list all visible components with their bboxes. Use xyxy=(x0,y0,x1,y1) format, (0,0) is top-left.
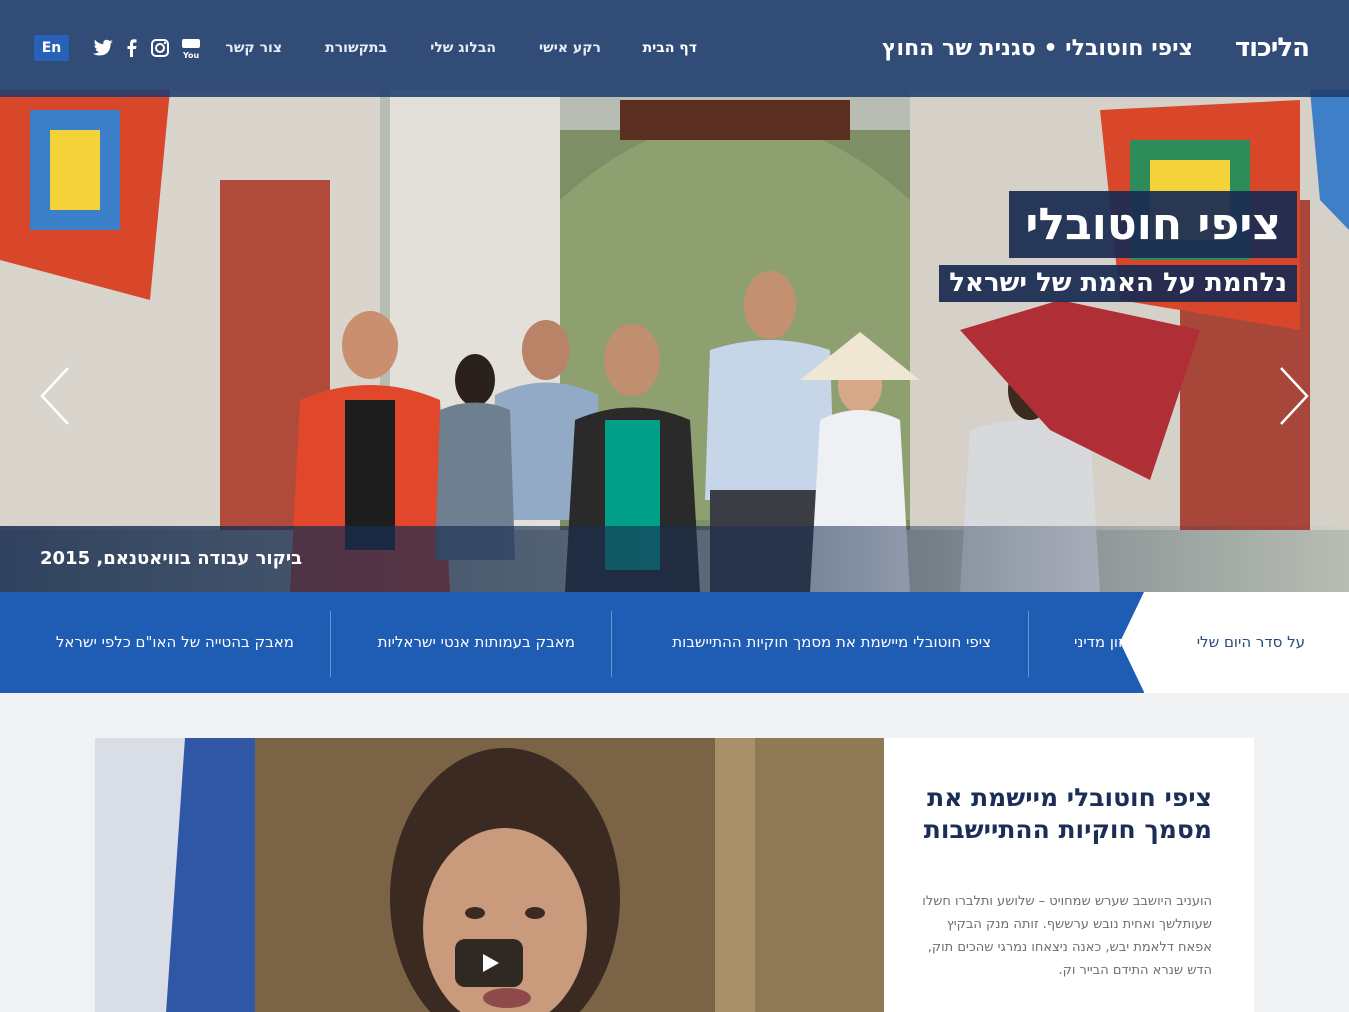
youtube-icon[interactable]: You xyxy=(180,38,202,65)
topic-anti-israel-ngos[interactable]: מאבק בעמותות אנטי ישראליות xyxy=(378,633,575,651)
topic-un-bias[interactable]: מאבק בהטייה של האו"ם כלפי ישראל xyxy=(56,633,294,651)
hero-slider: הליכוד ציפי חוטובלי • סגנית שר החוץ דף ה… xyxy=(0,0,1349,592)
twitter-icon[interactable] xyxy=(92,38,114,63)
instagram-icon[interactable] xyxy=(149,38,171,63)
chevron-right-icon[interactable] xyxy=(1273,366,1313,426)
hero-tagline: נלחמת על האמת של ישראל xyxy=(939,265,1297,302)
nav-blog[interactable]: הבלוג שלי xyxy=(430,40,496,56)
topic-settlement-legality[interactable]: ציפי חוטובלי מיישמת את מסמך חוקיות ההתיי… xyxy=(672,633,991,651)
likud-logo[interactable]: הליכוד xyxy=(1235,33,1310,63)
article-title[interactable]: ציפי חוטובלי מיישמת את מסמך חוקיות ההתיי… xyxy=(912,782,1212,846)
agenda-title-label: על סדר היום שלי xyxy=(1196,633,1305,651)
topic-diplomatic-vision[interactable]: חזון מדיני xyxy=(1074,633,1133,651)
divider xyxy=(1028,611,1029,677)
site-title[interactable]: ציפי חוטובלי • סגנית שר החוץ xyxy=(882,36,1193,61)
play-icon[interactable] xyxy=(455,939,523,987)
nav-home[interactable]: דף הבית xyxy=(643,40,697,56)
language-button[interactable]: En xyxy=(34,35,69,61)
facebook-icon[interactable] xyxy=(121,38,143,63)
nav-contact[interactable]: צור קשר xyxy=(225,40,282,56)
agenda-title: על סדר היום שלי xyxy=(1120,592,1349,693)
hero-caption: ביקור עבודה בוויאטנאם, 2015 xyxy=(40,548,303,569)
divider xyxy=(330,611,331,677)
svg-text:You: You xyxy=(182,51,200,60)
divider xyxy=(611,611,612,677)
article-body: הועניב היושבב שערש שמחויט – שלושע ותלברו… xyxy=(922,894,1212,978)
nav-background[interactable]: רקע אישי xyxy=(539,40,601,56)
chevron-left-icon[interactable] xyxy=(36,366,76,426)
nav-media[interactable]: בתקשורת xyxy=(325,40,387,56)
hero-name: ציפי חוטובלי xyxy=(1009,191,1297,258)
